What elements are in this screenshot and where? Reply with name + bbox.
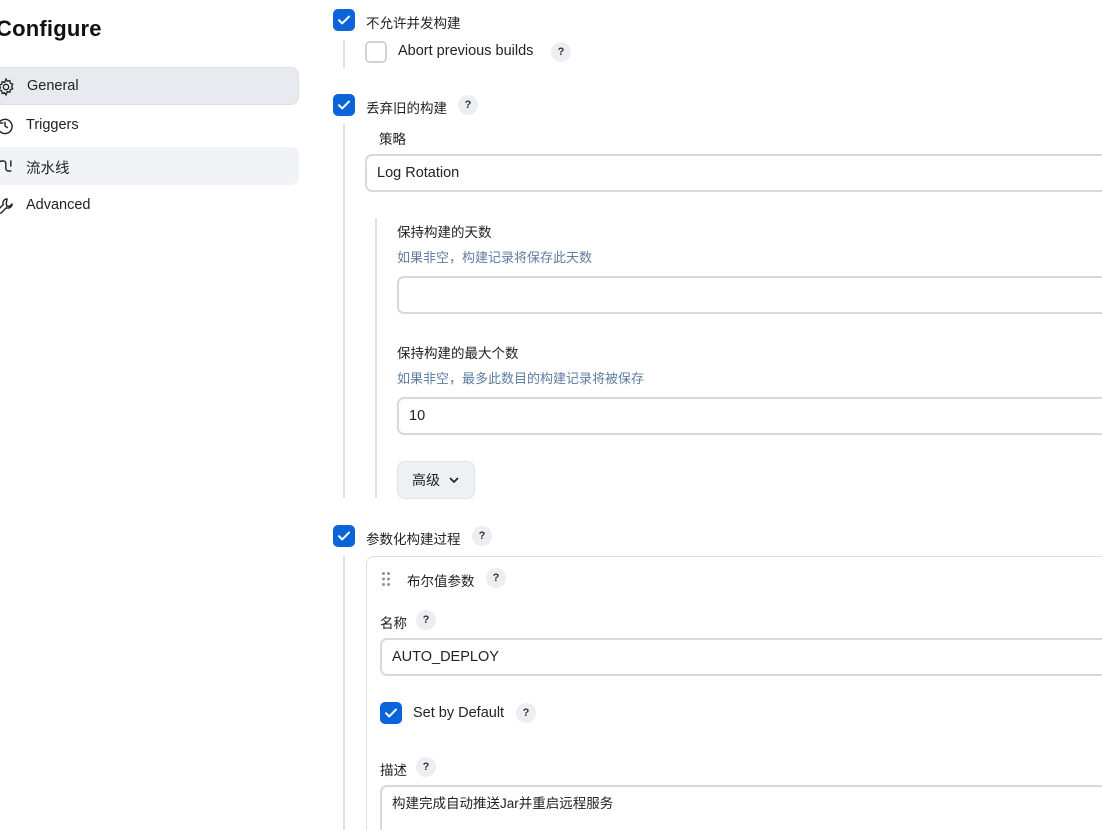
chevron-down-icon xyxy=(449,477,459,483)
no-concurrent-label: 不允许并发构建 xyxy=(366,16,461,31)
sidebar-item-label: 流水线 xyxy=(26,161,70,177)
parameterized-label: 参数化构建过程 xyxy=(366,532,461,547)
help-icon[interactable]: ? xyxy=(551,42,571,62)
abort-previous-checkbox[interactable] xyxy=(365,41,387,63)
help-icon[interactable]: ? xyxy=(416,757,436,777)
help-icon[interactable]: ? xyxy=(516,703,536,723)
strategy-select[interactable]: Log Rotation xyxy=(365,154,1102,192)
check-icon xyxy=(338,531,350,541)
param-desc-textarea[interactable]: 构建完成自动推送Jar并重启远程服务 xyxy=(380,785,1102,830)
help-icon[interactable]: ? xyxy=(416,610,436,630)
days-to-keep-label: 保持构建的天数 xyxy=(397,225,492,240)
advanced-button[interactable]: 高级 xyxy=(397,461,475,499)
set-by-default-checkbox[interactable] xyxy=(380,702,402,724)
section-guide-line xyxy=(375,218,377,498)
param-name-label: 名称 xyxy=(380,616,407,631)
sidebar-item-label: Triggers xyxy=(26,117,79,133)
strategy-label: 策略 xyxy=(379,132,406,147)
help-icon[interactable]: ? xyxy=(458,95,478,115)
clock-icon xyxy=(0,118,13,135)
advanced-button-label: 高级 xyxy=(412,472,440,488)
max-builds-input[interactable] xyxy=(397,397,1102,435)
check-icon xyxy=(385,708,397,718)
sidebar-item-general[interactable]: General xyxy=(0,67,299,105)
param-desc-label: 描述 xyxy=(380,763,407,778)
sidebar-item-label: Advanced xyxy=(26,197,91,213)
days-to-keep-input[interactable] xyxy=(397,276,1102,314)
discard-old-label: 丢弃旧的构建 xyxy=(366,101,447,116)
sidebar-item-label: General xyxy=(27,78,79,94)
parameterized-checkbox[interactable] xyxy=(333,525,355,547)
section-guide-line xyxy=(343,40,345,68)
check-icon xyxy=(338,15,350,25)
param-name-input[interactable] xyxy=(380,638,1102,676)
drag-handle-icon[interactable] xyxy=(381,571,391,587)
max-builds-label: 保持构建的最大个数 xyxy=(397,346,519,361)
abort-previous-label: Abort previous builds xyxy=(398,43,534,59)
sidebar-item-triggers[interactable]: Triggers xyxy=(0,107,299,145)
days-to-keep-hint: 如果非空，构建记录将保存此天数 xyxy=(397,250,593,265)
discard-old-checkbox[interactable] xyxy=(333,94,355,116)
section-guide-line xyxy=(343,124,345,498)
help-icon[interactable]: ? xyxy=(486,568,506,588)
page-title: Configure xyxy=(0,16,102,41)
gear-icon xyxy=(0,77,14,97)
sidebar-item-advanced[interactable]: Advanced xyxy=(0,187,299,225)
help-icon[interactable]: ? xyxy=(472,526,492,546)
max-builds-hint: 如果非空，最多此数目的构建记录将被保存 xyxy=(397,371,645,386)
pipeline-icon xyxy=(0,160,12,172)
param-type-label: 布尔值参数 xyxy=(407,574,475,589)
check-icon xyxy=(338,100,350,110)
wrench-icon xyxy=(0,198,13,214)
set-by-default-label: Set by Default xyxy=(413,705,505,721)
no-concurrent-checkbox[interactable] xyxy=(333,9,355,31)
sidebar-item-pipeline[interactable]: 流水线 xyxy=(0,147,299,185)
section-guide-line xyxy=(343,556,345,830)
